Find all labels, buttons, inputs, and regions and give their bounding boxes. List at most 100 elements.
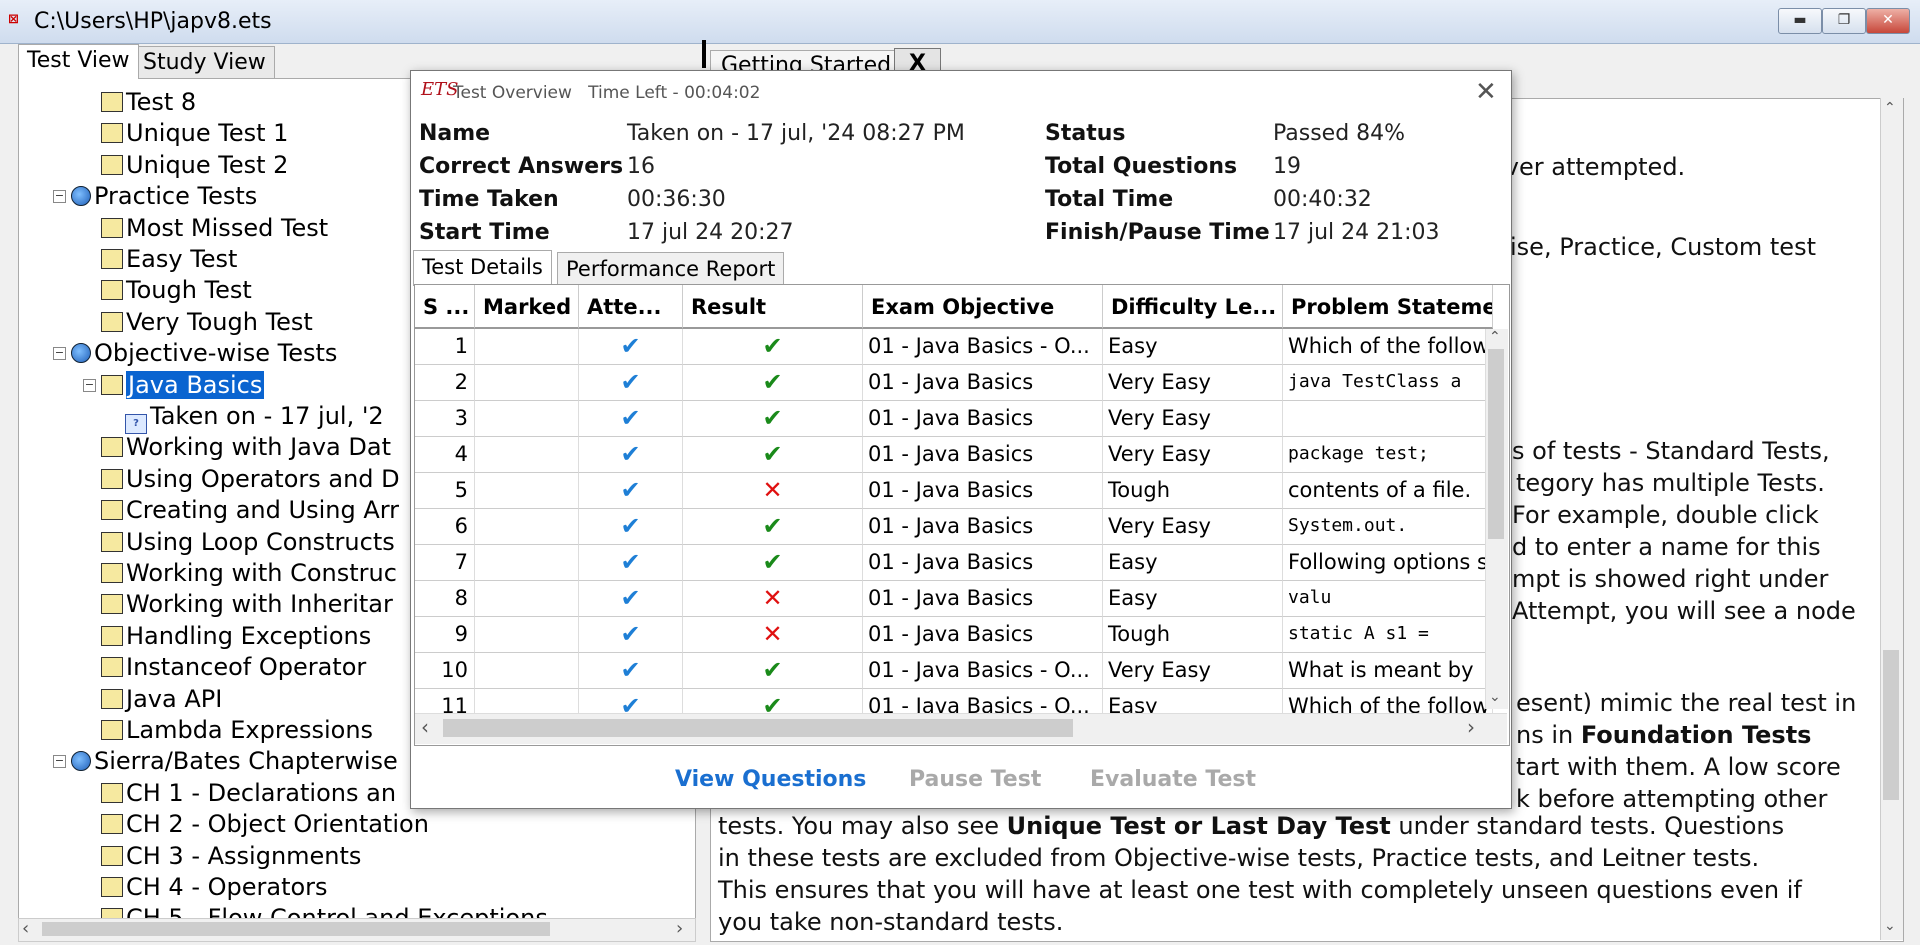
- content-line: tests. You may also see Unique Test or L…: [718, 812, 1785, 840]
- tree-item[interactable]: Lambda Expressions: [101, 715, 373, 745]
- problem-cell: Following options s: [1283, 545, 1493, 581]
- collapse-toggle-icon[interactable]: −: [83, 378, 96, 392]
- objective-cell: 01 - Java Basics: [863, 473, 1103, 509]
- tree-group[interactable]: Objective-wise Tests: [71, 338, 337, 368]
- difficulty-cell: Easy: [1103, 581, 1283, 617]
- content-scroll-thumb[interactable]: [1883, 650, 1899, 800]
- pause-test-button[interactable]: Pause Test: [909, 767, 1041, 792]
- tree-item[interactable]: Tough Test: [101, 275, 252, 305]
- table-scroll-left-icon[interactable]: ‹: [421, 715, 429, 739]
- objective-cell: 01 - Java Basics: [863, 581, 1103, 617]
- test-doc-icon: [101, 217, 123, 238]
- content-text-fragment: tart with them. A low score: [1516, 753, 1841, 781]
- splitter-handle[interactable]: [702, 40, 706, 68]
- tree-item-label: Lambda Expressions: [126, 716, 374, 744]
- objective-cell: 01 - Java Basics: [863, 365, 1103, 401]
- restore-button[interactable]: ❐: [1822, 8, 1866, 34]
- tree-item-label: Easy Test: [126, 245, 238, 273]
- column-header[interactable]: Marked: [475, 285, 579, 329]
- collapse-toggle-icon[interactable]: −: [53, 347, 66, 361]
- attempted-check-icon: ✔: [620, 368, 641, 396]
- tree-item-label: Creating and Using Arr: [126, 496, 400, 525]
- tree-item[interactable]: Working with Java Dat: [101, 432, 391, 462]
- content-line: you take non-standard tests.: [718, 908, 1064, 936]
- globe-folder-icon: [71, 751, 91, 772]
- wrong-cross-icon: ✕: [762, 476, 783, 504]
- tree-item[interactable]: CH 3 - Assignments: [101, 841, 361, 871]
- correct-check-icon: ✔: [762, 404, 783, 432]
- tree-scroll-thumb[interactable]: [42, 922, 550, 936]
- tree-item[interactable]: Test 8: [101, 87, 196, 117]
- tree-group[interactable]: Sierra/Bates Chapterwise: [71, 746, 398, 776]
- scroll-right-arrow-icon[interactable]: ›: [676, 918, 683, 939]
- wrong-cross-icon: ✕: [762, 584, 783, 612]
- problem-cell: package test;: [1283, 437, 1493, 473]
- tree-item[interactable]: Easy Test: [101, 244, 237, 274]
- objective-cell: 01 - Java Basics: [863, 545, 1103, 581]
- evaluate-test-button[interactable]: Evaluate Test: [1090, 767, 1256, 792]
- tree-item[interactable]: Most Missed Test: [101, 213, 328, 243]
- marked-cell: [475, 509, 579, 545]
- tab-test-view[interactable]: Test View: [18, 44, 139, 79]
- marked-cell: [475, 473, 579, 509]
- table-scroll-thumb[interactable]: [1488, 349, 1504, 539]
- table-scroll-up-icon[interactable]: ⌃: [1489, 329, 1501, 345]
- dialog-title: Test Overview Time Left - 00:04:02: [453, 83, 761, 103]
- column-header[interactable]: Difficulty Le...: [1103, 285, 1283, 329]
- attempted-check-icon: ✔: [620, 404, 641, 432]
- tree-item[interactable]: Java API: [101, 684, 222, 714]
- tab-test-details[interactable]: Test Details: [413, 250, 552, 286]
- tree-item[interactable]: Unique Test 1: [101, 118, 288, 148]
- tree-item-label: Working with Construc: [126, 559, 397, 587]
- table-hscroll-thumb[interactable]: [443, 719, 1073, 737]
- tab-performance-report[interactable]: Performance Report: [557, 252, 785, 285]
- difficulty-cell: Tough: [1103, 617, 1283, 653]
- tree-item-label: Tough Test: [126, 276, 252, 305]
- tree-item[interactable]: Handling Exceptions: [101, 621, 371, 651]
- column-header[interactable]: S ...: [415, 285, 475, 329]
- tree-item[interactable]: Very Tough Test: [101, 307, 313, 337]
- tree-group[interactable]: Practice Tests: [71, 181, 257, 211]
- tree-item[interactable]: CH 1 - Declarations an: [101, 778, 396, 808]
- close-dialog-icon[interactable]: ✕: [1475, 77, 1497, 107]
- marked-cell: [475, 617, 579, 653]
- tree-item[interactable]: Creating and Using Arr: [101, 495, 399, 525]
- result-cell: ✔: [683, 509, 863, 545]
- field-value: 16: [627, 154, 655, 179]
- content-vertical-scrollbar[interactable]: [1880, 98, 1903, 940]
- scroll-up-arrow-icon[interactable]: ⌃: [1884, 100, 1896, 116]
- content-text-fragment: ise, Practice, Custom test: [1510, 233, 1816, 261]
- attempted-check-icon: ✔: [620, 656, 641, 684]
- scroll-down-arrow-icon[interactable]: ⌄: [1884, 918, 1896, 934]
- tree-item-label: Using Operators and D: [126, 464, 400, 493]
- scroll-left-arrow-icon[interactable]: ‹: [22, 918, 29, 939]
- content-text-fragment: s of tests - Standard Tests,: [1512, 437, 1830, 465]
- table-scroll-down-icon[interactable]: ⌄: [1489, 689, 1501, 705]
- tree-item[interactable]: Java Basics: [101, 369, 266, 400]
- test-overview-dialog: ETS Test Overview Time Left - 00:04:02 ✕…: [410, 70, 1512, 809]
- tree-item[interactable]: Using Loop Constructs: [101, 527, 395, 557]
- objective-cell: 01 - Java Basics: [863, 401, 1103, 437]
- view-questions-button[interactable]: View Questions: [675, 767, 866, 792]
- column-header[interactable]: Exam Objective: [863, 285, 1103, 329]
- problem-cell: System.out.: [1283, 509, 1493, 545]
- tree-item[interactable]: CH 4 - Operators: [101, 872, 328, 902]
- column-header[interactable]: Result: [683, 285, 863, 329]
- marked-cell: [475, 581, 579, 617]
- minimize-button[interactable]: ▬: [1778, 8, 1822, 34]
- collapse-toggle-icon[interactable]: −: [53, 755, 66, 769]
- column-header[interactable]: Problem Stateme: [1283, 285, 1493, 329]
- close-window-button[interactable]: ✕: [1866, 8, 1910, 34]
- tree-item[interactable]: Using Operators and D: [101, 464, 400, 494]
- column-header[interactable]: Atte...: [579, 285, 683, 329]
- tree-item[interactable]: Working with Construc: [101, 558, 397, 588]
- tree-attempt[interactable]: ? Taken on - 17 jul, '2: [125, 401, 384, 434]
- tree-item[interactable]: Working with Inheritar: [101, 589, 393, 619]
- tree-item[interactable]: Unique Test 2: [101, 150, 288, 180]
- tree-item[interactable]: Instanceof Operator: [101, 652, 366, 682]
- tree-item[interactable]: CH 2 - Object Orientation: [101, 809, 429, 839]
- collapse-toggle-icon[interactable]: −: [53, 190, 66, 204]
- table-scroll-right-icon[interactable]: ›: [1467, 715, 1475, 739]
- tab-study-view[interactable]: Study View: [134, 46, 275, 79]
- attempted-cell: ✔: [579, 437, 683, 473]
